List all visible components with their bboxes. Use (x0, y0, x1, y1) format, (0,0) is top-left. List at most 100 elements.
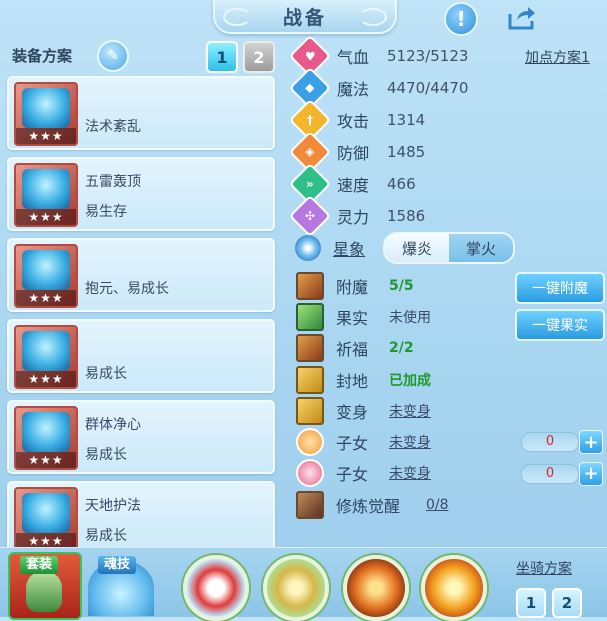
star-sign-toggle: 爆炎 掌火 (383, 232, 515, 264)
equipment-effect: 易成长 (85, 447, 127, 463)
edit-pencil-icon[interactable]: ✎ (97, 40, 129, 72)
equipment-card[interactable]: ★★★ 五雷轰顶 易生存 (7, 157, 275, 231)
buff-label: 子女 (336, 465, 369, 485)
plus-icon[interactable]: + (579, 461, 603, 486)
stat-value: 4470/4470 (387, 79, 469, 97)
equip-plan-title: 装备方案 (12, 47, 73, 65)
buff-value[interactable]: 未变身 (389, 463, 431, 483)
stat-row-spirit: ✣ 灵力 1586 (288, 194, 605, 238)
buff-row-enchant: 附魔 5/5 一键附魔 (293, 270, 605, 304)
buff-list: 附魔 5/5 一键附魔 果实 未使用 一键果实 祈福 2/2 封地 已加成 变身… (293, 270, 605, 520)
stat-value: 1586 (387, 207, 426, 225)
stat-row-defense: ◈ 防御 1485 (288, 130, 605, 174)
stat-row-speed: » 速度 466 (288, 162, 605, 206)
equipment-card[interactable]: ★★★ 天地护法 易成长 (7, 481, 275, 555)
equipment-effect: 抱元、易成长 (85, 281, 169, 297)
equipment-effect: 易成长 (85, 528, 127, 544)
equipment-card[interactable]: ★★★ 法术紊乱 (7, 76, 275, 150)
cloud-ornament-right-icon (359, 8, 387, 26)
stat-value: 466 (387, 175, 416, 193)
star-rating: ★★★ (16, 128, 76, 144)
equip-plan-1-button[interactable]: 1 (206, 41, 238, 73)
hand-icon (26, 572, 62, 612)
equipment-card[interactable]: ★★★ 易成长 (7, 319, 275, 393)
suit-label: 套装 (20, 556, 59, 574)
buff-label: 祈福 (336, 340, 369, 360)
stats-panel: ♥ 气血 5123/5123 ◆ 魔法 4470/4470 † 攻击 1314 … (288, 34, 605, 238)
star-sign-icon (295, 235, 321, 261)
mount-plan-2-button[interactable]: 2 (552, 588, 582, 618)
skill-slot-icon[interactable] (421, 555, 487, 621)
weapon-icon: ★★★ (14, 82, 78, 146)
mount-plan-1-button[interactable]: 1 (516, 588, 546, 618)
buff-label: 封地 (336, 371, 369, 391)
buff-value[interactable]: 0/8 (426, 497, 449, 513)
equipment-effect: 易生存 (85, 204, 127, 220)
helmet-icon: ★★★ (14, 163, 78, 227)
fief-icon (296, 365, 324, 394)
stat-label: 速度 (337, 176, 370, 195)
star-sign-label[interactable]: 星象 (333, 236, 383, 260)
page-title: 战备 (282, 6, 327, 29)
equipment-card[interactable]: ★★★ 群体净心 易成长 (7, 400, 275, 474)
stat-row-hp: ♥ 气血 5123/5123 (288, 34, 605, 78)
buff-label: 子女 (336, 434, 369, 454)
buff-label: 果实 (336, 308, 369, 328)
child-icon (296, 428, 324, 457)
child-counter: 0 (521, 463, 579, 484)
stat-row-attack: † 攻击 1314 (288, 98, 605, 142)
stat-label: 魔法 (337, 80, 370, 99)
star-rating: ★★★ (16, 209, 76, 225)
fruit-icon (296, 302, 324, 331)
star-rating: ★★★ (16, 371, 76, 387)
exclamation-icon[interactable]: ! (444, 2, 478, 36)
buff-label: 修炼觉醒 (336, 496, 401, 516)
share-icon[interactable] (505, 2, 539, 32)
armor-icon: ★★★ (14, 325, 78, 389)
buff-value: 已加成 (389, 372, 431, 389)
star-rating: ★★★ (16, 290, 76, 306)
title-banner: 战备 (213, 0, 397, 34)
skill-slot-icon[interactable] (343, 555, 409, 621)
buff-row-child-1: 子女 未变身 0 + (293, 426, 605, 457)
star-sign-option-zhanghuo[interactable]: 掌火 (449, 234, 513, 262)
buff-row-fief: 封地 已加成 (293, 364, 605, 395)
star-sign-row: 星象 爆炎 掌火 (293, 232, 515, 264)
buff-label: 附魔 (336, 277, 369, 297)
stat-label: 攻击 (337, 112, 370, 131)
buff-row-blessing: 祈福 2/2 (293, 333, 605, 364)
soul-skill-label: 魂技 (98, 556, 137, 574)
buff-row-fruit: 果实 未使用 一键果实 (293, 301, 605, 342)
buff-row-child-2: 子女 未变身 0 + (293, 458, 605, 489)
star-rating: ★★★ (16, 452, 76, 468)
cloud-ornament-left-icon (223, 8, 251, 26)
transform-icon (296, 396, 324, 425)
child-counter: 0 (521, 432, 579, 453)
buff-value[interactable]: 未变身 (389, 432, 431, 452)
stat-row-mp: ◆ 魔法 4470/4470 (288, 66, 605, 110)
skill-slot-icon[interactable] (183, 555, 249, 621)
mount-plan-title[interactable]: 坐骑方案 (516, 558, 572, 578)
one-click-enchant-button[interactable]: 一键附魔 (515, 272, 605, 304)
buff-value: 2/2 (389, 340, 414, 357)
belt-icon: ★★★ (14, 406, 78, 470)
equipment-effect: 易成长 (85, 366, 127, 382)
buff-value[interactable]: 未变身 (389, 401, 431, 421)
equipment-effect: 法术紊乱 (85, 119, 141, 135)
buff-value: 未使用 (389, 309, 431, 326)
equipment-special: 群体净心 (85, 417, 141, 433)
equip-plan-2-button[interactable]: 2 (243, 41, 275, 73)
star-sign-option-baoyan[interactable]: 爆炎 (385, 234, 449, 262)
stat-label: 气血 (337, 48, 370, 67)
cultivation-icon (296, 490, 324, 519)
plus-icon[interactable]: + (579, 430, 603, 455)
equipment-special: 天地护法 (85, 498, 141, 514)
skill-slot-icon[interactable] (263, 555, 329, 621)
stat-label: 灵力 (337, 208, 370, 227)
stat-value: 5123/5123 (387, 47, 469, 65)
boots-icon: ★★★ (14, 487, 78, 551)
equipment-card[interactable]: ★★★ 抱元、易成长 (7, 238, 275, 312)
equipment-special: 五雷轰顶 (85, 174, 141, 190)
stat-label: 防御 (337, 144, 370, 163)
enchant-icon (296, 271, 324, 300)
